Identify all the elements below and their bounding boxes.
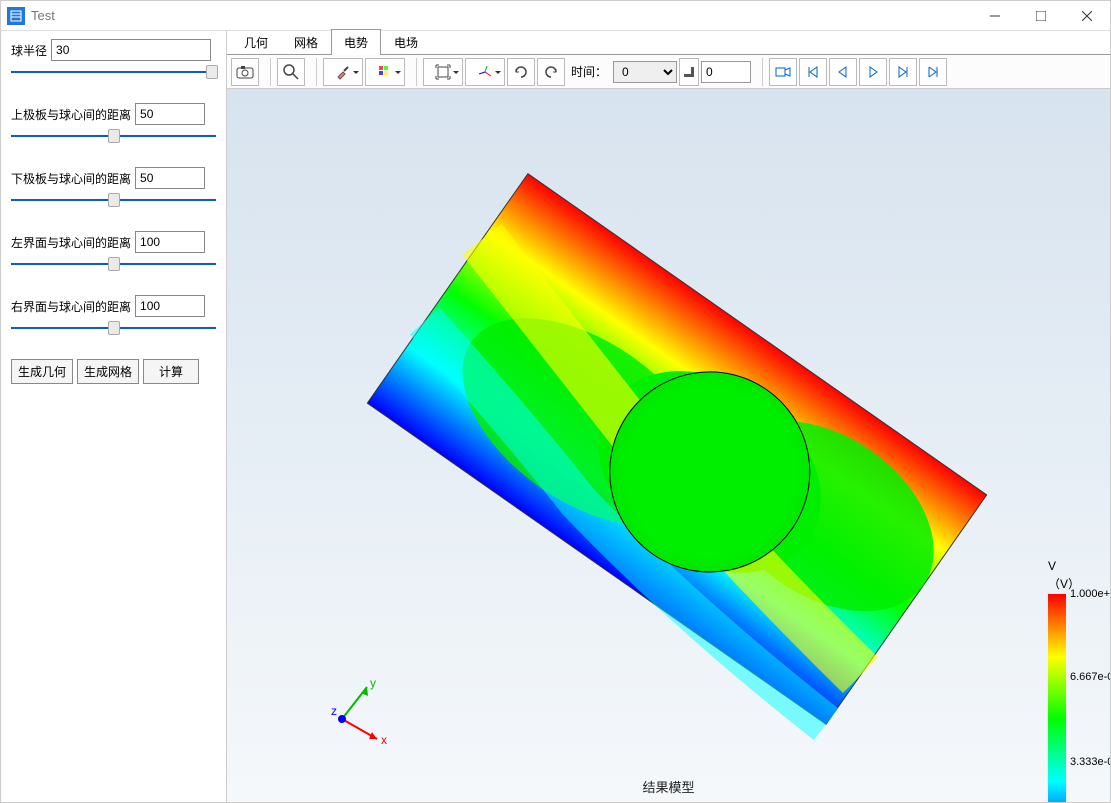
svg-text:x: x [381, 733, 387, 747]
titlebar: Test [1, 1, 1110, 31]
param-slider-4[interactable] [11, 323, 216, 333]
screenshot-button[interactable] [231, 58, 259, 86]
param-input-0[interactable] [51, 39, 211, 61]
param-label-2: 下极板与球心间的距离 [11, 170, 131, 187]
param-input-1[interactable] [135, 103, 205, 125]
step-forward-button[interactable] [889, 58, 917, 86]
param-label-4: 右界面与球心间的距离 [11, 298, 131, 315]
window-title: Test [31, 8, 972, 23]
legend-tick: 3.333e-01 [1070, 756, 1110, 768]
rotate-cw-button[interactable] [507, 58, 535, 86]
sidebar: 球半径 上极板与球心间的距离 下极板与球心间的距离 左界面与球心间的距离 右界面… [1, 31, 226, 802]
color-legend: V （V） 1.000e+006.667e-013.333e-010.000e+… [1048, 559, 1080, 802]
axis-widget: x y z [317, 669, 397, 752]
param-slider-0[interactable] [11, 67, 216, 77]
svg-text:z: z [331, 704, 337, 718]
param-label-0: 球半径 [11, 42, 47, 59]
close-button[interactable] [1064, 1, 1110, 31]
cube-dropdown[interactable] [365, 58, 405, 86]
legend-tick: 6.667e-01 [1070, 671, 1110, 683]
toolbar: 时间： 0 [227, 55, 1110, 89]
mark-button[interactable] [679, 58, 699, 86]
param-label-3: 左界面与球心间的距离 [11, 234, 131, 251]
tab-3[interactable]: 电场 [381, 29, 431, 55]
skip-end-button[interactable] [919, 58, 947, 86]
legend-tick: 1.000e+00 [1070, 588, 1110, 600]
time-select[interactable]: 0 [613, 61, 677, 83]
play-button[interactable] [859, 58, 887, 86]
param-slider-1[interactable] [11, 131, 216, 141]
record-button[interactable] [769, 58, 797, 86]
svg-text:y: y [370, 676, 376, 690]
maximize-button[interactable] [1018, 1, 1064, 31]
frame-input[interactable] [701, 61, 751, 83]
calculate-button[interactable]: 计算 [143, 359, 199, 384]
skip-start-button[interactable] [799, 58, 827, 86]
app-icon [7, 7, 25, 25]
axis-dropdown[interactable] [465, 58, 505, 86]
tab-1[interactable]: 网格 [281, 29, 331, 55]
viewport-label: 结果模型 [642, 777, 694, 796]
zoom-button[interactable] [277, 58, 305, 86]
legend-title-1: V [1048, 559, 1080, 573]
time-label: 时间： [571, 63, 607, 80]
fit-dropdown[interactable] [423, 58, 463, 86]
brush-dropdown[interactable] [323, 58, 363, 86]
generate-mesh-button[interactable]: 生成网格 [77, 359, 139, 384]
result-model [327, 119, 1027, 779]
rotate-ccw-button[interactable] [537, 58, 565, 86]
param-label-1: 上极板与球心间的距离 [11, 106, 131, 123]
generate-geometry-button[interactable]: 生成几何 [11, 359, 73, 384]
param-input-3[interactable] [135, 231, 205, 253]
param-input-4[interactable] [135, 295, 205, 317]
param-slider-2[interactable] [11, 195, 216, 205]
param-slider-3[interactable] [11, 259, 216, 269]
tab-0[interactable]: 几何 [231, 29, 281, 55]
tab-2[interactable]: 电势 [331, 29, 381, 55]
param-input-2[interactable] [135, 167, 205, 189]
viewport[interactable]: x y z V （V） 1.000e+006.667e-013.333e-010… [227, 89, 1110, 802]
step-back-button[interactable] [829, 58, 857, 86]
tab-bar: 几何网格电势电场 [227, 31, 1110, 55]
minimize-button[interactable] [972, 1, 1018, 31]
legend-bar: 1.000e+006.667e-013.333e-010.000e+00 [1048, 594, 1066, 802]
